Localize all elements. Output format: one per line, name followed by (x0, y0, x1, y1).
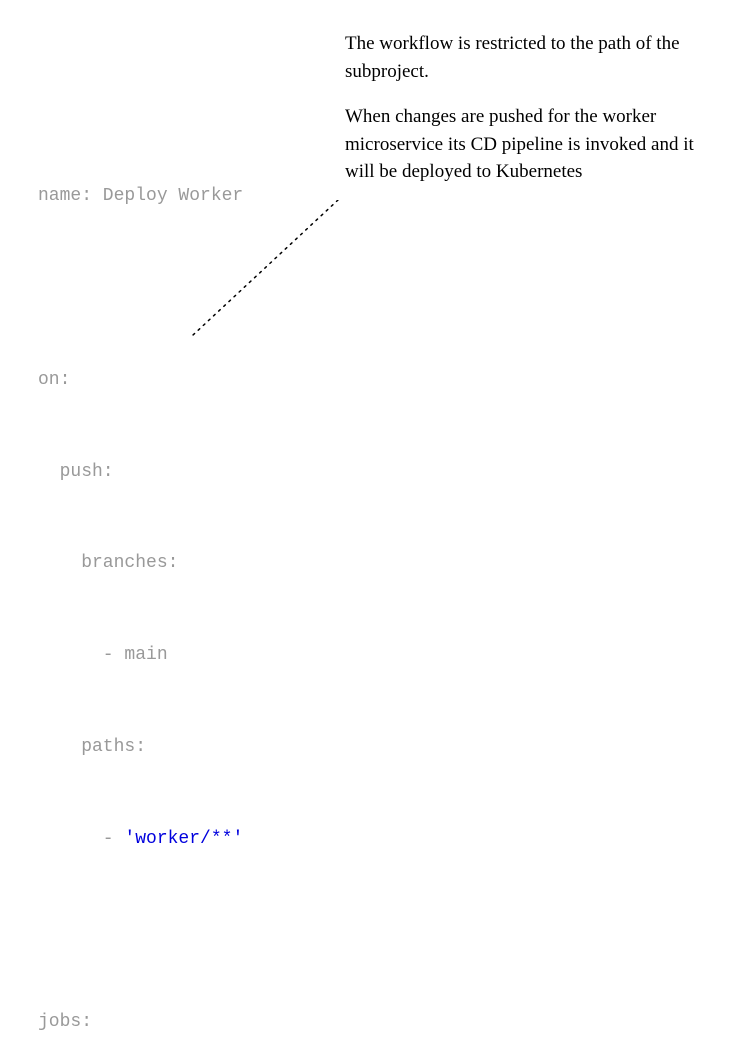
code-on-line: on: (38, 365, 524, 396)
code-path-line: - 'worker/**' (38, 824, 524, 855)
annotation-para-1: The workflow is restricted to the path o… (345, 30, 705, 85)
code-jobs-line: jobs: (38, 1007, 524, 1038)
annotation-para-2: When changes are pushed for the worker m… (345, 103, 705, 186)
code-blank-line (38, 273, 524, 304)
code-path-dash: - (38, 829, 124, 849)
annotation-text: The workflow is restricted to the path o… (345, 30, 705, 204)
code-blank-line-2 (38, 915, 524, 946)
code-branches-line: branches: (38, 548, 524, 579)
code-path-value: 'worker/**' (124, 829, 243, 849)
yaml-code-block: name: Deploy Worker on: push: branches: … (38, 120, 524, 1050)
code-paths-line: paths: (38, 732, 524, 763)
code-push-line: push: (38, 457, 524, 488)
code-branch-main: - main (38, 640, 524, 671)
